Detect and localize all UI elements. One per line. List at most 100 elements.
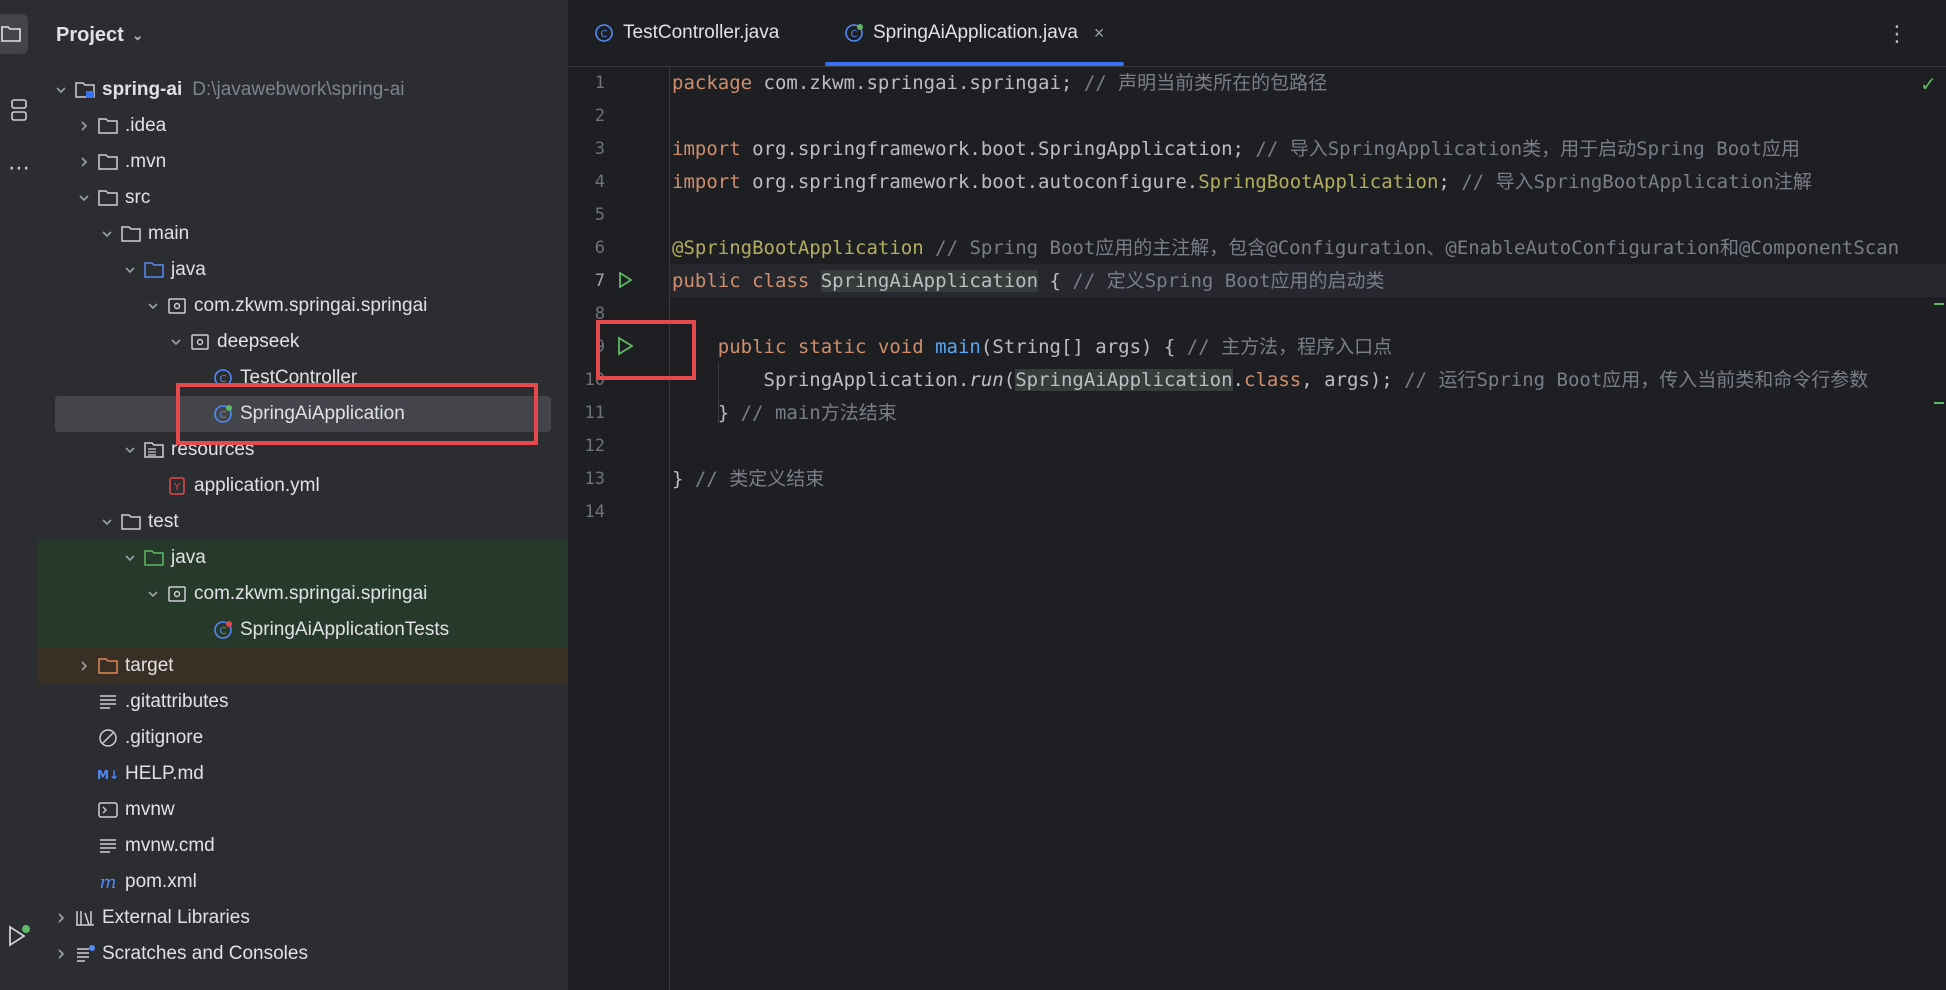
project-folder-icon[interactable] bbox=[0, 14, 28, 54]
code-line[interactable]: } // 类定义结束 bbox=[672, 463, 824, 496]
tree-item[interactable]: mvnw bbox=[38, 792, 568, 828]
project-view-selector[interactable]: Project ⌄ bbox=[56, 20, 144, 50]
tree-item-label: deepseek bbox=[217, 331, 300, 352]
code-token: class bbox=[1244, 369, 1302, 391]
tree-item[interactable]: .gitattributes bbox=[38, 684, 568, 720]
run-tool-icon[interactable] bbox=[0, 916, 38, 956]
tab-testcontroller[interactable]: C TestController.java bbox=[589, 0, 779, 66]
chevron-down-icon: ⌄ bbox=[131, 26, 144, 43]
maven-icon: m bbox=[97, 871, 119, 893]
tree-item-path: D:\javawebwork\spring-ai bbox=[192, 79, 405, 100]
tree-item[interactable]: Yapplication.yml bbox=[38, 468, 568, 504]
chevron-right-icon[interactable] bbox=[52, 948, 70, 960]
code-line[interactable]: @SpringBootApplication // Spring Boot应用的… bbox=[672, 232, 1899, 265]
chevron-right-icon[interactable] bbox=[52, 912, 70, 924]
libraries-icon bbox=[74, 907, 96, 929]
code-line[interactable]: package com.zkwm.springai.springai; // 声… bbox=[672, 67, 1327, 100]
project-panel: Project ⌄ spring-ai D:\javawebwork\spring… bbox=[38, 0, 568, 990]
code-token: // 主方法，程序入口点 bbox=[1186, 336, 1393, 358]
scroll-marker bbox=[1934, 402, 1944, 404]
chevron-right-icon[interactable] bbox=[75, 156, 93, 168]
close-tab-icon[interactable]: × bbox=[1094, 23, 1105, 44]
editor-gutter: 1 2 3 4 5 6 7 8 9 10 11 12 13 14 bbox=[569, 67, 670, 990]
code-token: org.springframework.boot.SpringApplicati… bbox=[752, 138, 1256, 160]
svg-text:m: m bbox=[99, 872, 116, 893]
chevron-down-icon[interactable] bbox=[98, 228, 116, 240]
tree-item[interactable]: External Libraries bbox=[38, 900, 568, 936]
tree-item[interactable]: com.zkwm.springai.springai bbox=[38, 288, 568, 324]
tree-item[interactable]: .gitignore bbox=[38, 720, 568, 756]
tree-item-label: External Libraries bbox=[102, 907, 250, 928]
line-number: 5 bbox=[594, 205, 605, 225]
tree-item-label: java bbox=[171, 547, 206, 568]
tree-item[interactable]: .idea bbox=[38, 108, 568, 144]
tree-item[interactable]: target bbox=[38, 648, 568, 684]
tree-item[interactable]: src bbox=[38, 180, 568, 216]
tree-item[interactable]: com.zkwm.springai.springai bbox=[38, 576, 568, 612]
code-token: main bbox=[935, 336, 981, 358]
tree-item[interactable]: m pom.xml bbox=[38, 864, 568, 900]
code-token: // Spring Boot应用的主注解，包含@Configuration、@E… bbox=[935, 237, 1900, 259]
code-token: , args); bbox=[1301, 369, 1405, 391]
tab-label: SpringAiApplication.java bbox=[873, 22, 1078, 43]
highlight-box-run bbox=[596, 320, 696, 380]
inspection-ok-icon[interactable]: ✓ bbox=[1920, 72, 1937, 96]
chevron-down-icon[interactable] bbox=[52, 84, 70, 96]
code-line[interactable]: SpringApplication.run(SpringAiApplicatio… bbox=[672, 364, 1868, 397]
tree-item[interactable]: .mvn bbox=[38, 144, 568, 180]
more-options-icon[interactable]: ⋮ bbox=[1886, 22, 1908, 47]
chevron-down-icon[interactable] bbox=[167, 336, 185, 348]
tree-item-label: mvnw bbox=[125, 799, 175, 820]
tree-item-label: mvnw.cmd bbox=[125, 835, 215, 856]
code-token: { bbox=[1038, 270, 1073, 292]
code-line[interactable]: } // main方法结束 bbox=[672, 397, 897, 430]
chevron-down-icon[interactable] bbox=[121, 552, 139, 564]
class-icon: C bbox=[593, 22, 615, 44]
chevron-down-icon[interactable] bbox=[121, 444, 139, 456]
code-line[interactable]: import org.springframework.boot.SpringAp… bbox=[672, 133, 1800, 166]
tree-item[interactable]: mvnw.cmd bbox=[38, 828, 568, 864]
tree-item[interactable]: deepseek bbox=[38, 324, 568, 360]
folder-icon bbox=[97, 115, 119, 137]
tree-item-label: com.zkwm.springai.springai bbox=[194, 295, 428, 316]
chevron-down-icon[interactable] bbox=[121, 264, 139, 276]
chevron-right-icon[interactable] bbox=[75, 120, 93, 132]
tree-item[interactable]: C SpringAiApplicationTests bbox=[38, 612, 568, 648]
editor-tabs: C TestController.java C SpringAiApplicatio… bbox=[569, 0, 1946, 67]
code-token: ( bbox=[1003, 369, 1016, 391]
code-token: org.springframework.boot.autoconfigure. bbox=[752, 171, 1199, 193]
code-editor[interactable]: package com.zkwm.springai.springai; // 声… bbox=[670, 67, 1946, 990]
folder-icon bbox=[97, 151, 119, 173]
svg-text:C: C bbox=[851, 29, 858, 40]
structure-icon[interactable] bbox=[0, 92, 38, 128]
more-tools-icon[interactable]: ⋯ bbox=[0, 150, 38, 186]
line-number: 13 bbox=[584, 469, 605, 489]
chevron-down-icon[interactable] bbox=[144, 300, 162, 312]
tab-springaiapplication[interactable]: C SpringAiApplication.java × bbox=[825, 0, 1125, 66]
package-icon bbox=[166, 295, 188, 317]
line-number: 4 bbox=[594, 172, 605, 192]
tree-item[interactable]: main bbox=[38, 216, 568, 252]
code-line[interactable]: public class SpringAiApplication { // 定义… bbox=[672, 265, 1385, 298]
tree-item[interactable]: java bbox=[38, 252, 568, 288]
tree-item[interactable]: M↓ HELP.md bbox=[38, 756, 568, 792]
tree-item[interactable]: test bbox=[38, 504, 568, 540]
run-class-icon[interactable] bbox=[613, 268, 637, 292]
tree-item[interactable]: java bbox=[38, 540, 568, 576]
line-number: 12 bbox=[584, 436, 605, 456]
text-file-icon bbox=[97, 835, 119, 857]
code-line[interactable]: import org.springframework.boot.autoconf… bbox=[672, 166, 1812, 199]
chevron-down-icon[interactable] bbox=[144, 588, 162, 600]
tree-item[interactable]: spring-ai D:\javawebwork\spring-ai bbox=[38, 72, 568, 108]
tree-item-label: Scratches and Consoles bbox=[102, 943, 308, 964]
code-line[interactable]: public static void main(String[] args) {… bbox=[672, 331, 1392, 364]
tree-item[interactable]: Scratches and Consoles bbox=[38, 936, 568, 972]
excluded-folder-icon bbox=[97, 655, 119, 677]
chevron-right-icon[interactable] bbox=[75, 660, 93, 672]
package-icon bbox=[166, 583, 188, 605]
spring-class-icon: C bbox=[843, 22, 865, 44]
chevron-down-icon[interactable] bbox=[98, 516, 116, 528]
line-number: 11 bbox=[584, 403, 605, 423]
chevron-down-icon[interactable] bbox=[75, 192, 93, 204]
